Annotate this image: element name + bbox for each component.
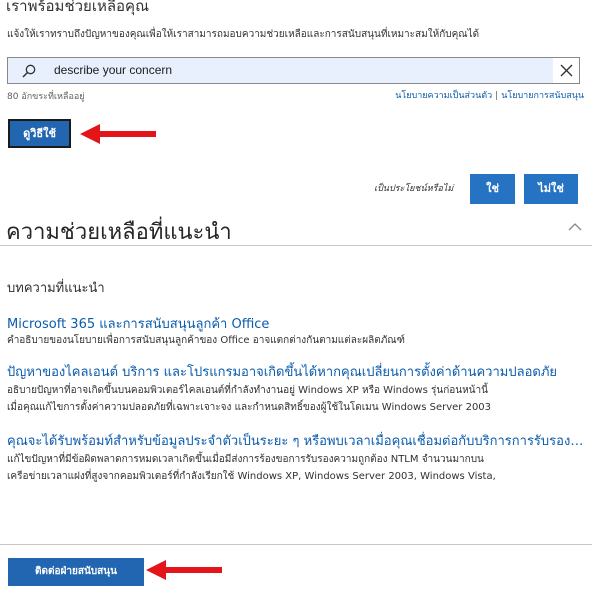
article-description: แก้ไขปัญหาที่มีข้อผิดพลาดการหมดเวลาเกิดข… (7, 454, 484, 465)
privacy-policy-link[interactable]: นโยบายความเป็นส่วนตัว (395, 91, 492, 101)
get-help-button[interactable]: ดูวิธีใช้ (8, 119, 71, 148)
policy-links: นโยบายความเป็นส่วนตัว | นโยบายการสนับสนุน (395, 88, 584, 102)
article-description: คำอธิบายของนโยบายเพื่อการสนับสนุนลูกค้าข… (7, 335, 405, 346)
support-policy-link[interactable]: นโยบายการสนับสนุน (501, 91, 584, 101)
link-separator: | (495, 91, 499, 101)
section-divider (0, 245, 592, 246)
search-box[interactable]: describe your concern (7, 57, 580, 84)
page-title: เราพร้อมช่วยเหลือคุณ (6, 0, 150, 15)
search-input[interactable]: describe your concern (8, 58, 553, 83)
contact-support-button[interactable]: ติดต่อฝ่ายสนับสนุน (8, 558, 144, 586)
article-description: เครือข่ายเวลาแฝงที่สูงจากคอมพิวเตอร์ที่ก… (7, 471, 496, 482)
section-title: ความช่วยเหลือที่แนะนำ (6, 220, 232, 245)
feedback-yes-button[interactable]: ใช่ (470, 174, 515, 204)
character-counter: 80 อักขระที่เหลืออยู่ (7, 92, 85, 102)
red-arrow-icon (146, 560, 222, 580)
article-title-link[interactable]: ปัญหาของไคลเอนต์ บริการ และโปรแกรมอาจเกิ… (7, 361, 585, 382)
chevron-up-icon[interactable] (568, 222, 582, 232)
search-input-value: describe your concern (54, 63, 173, 77)
article-description: เมื่อคุณแก้ไขการตั้งค่าความปลอดภัยที่เฉพ… (7, 402, 492, 413)
recommended-articles-heading: บทความที่แนะนำ (7, 281, 105, 296)
close-icon[interactable] (559, 63, 574, 78)
red-arrow-icon (80, 124, 156, 144)
feedback-no-button[interactable]: ไม่ใช่ (524, 174, 578, 204)
article-title-link[interactable]: คุณจะได้รับพร้อมท์สำหรับข้อมูลประจำตัวเป… (7, 430, 585, 451)
feedback-question: เป็นประโยชน์หรือไม่ (374, 184, 454, 194)
article-description: อธิบายปัญหาที่อาจเกิดขึ้นบนคอมพิวเตอร์ไค… (7, 385, 488, 396)
footer-divider (0, 544, 592, 545)
page-subtitle: แจ้งให้เราทราบถึงปัญหาของคุณเพื่อให้เราส… (7, 29, 480, 40)
article-title-link[interactable]: Microsoft 365 และการสนับสนุนลูกค้า Offic… (7, 313, 585, 334)
search-icon (22, 64, 36, 78)
